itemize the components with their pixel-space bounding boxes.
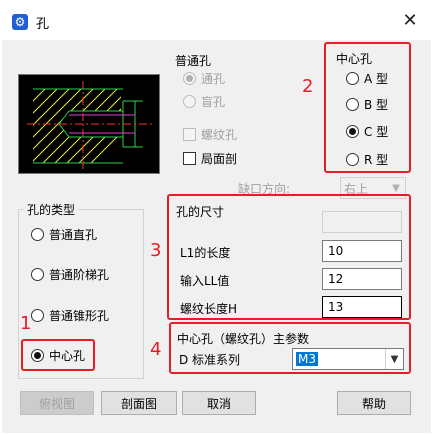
center-hole-label: 中心孔 bbox=[336, 52, 373, 66]
radio-type-a-label: A 型 bbox=[364, 72, 389, 86]
checkbox-thread-hole[interactable]: 螺纹孔 bbox=[183, 126, 237, 143]
annotation-3: 3 bbox=[150, 240, 162, 261]
annotation-1: 1 bbox=[20, 313, 32, 334]
radio-plain-stepped-hole[interactable]: 普通阶梯孔 bbox=[31, 266, 109, 283]
radio-plain-stepped-hole-label: 普通阶梯孔 bbox=[49, 268, 110, 282]
radio-blind-hole[interactable]: 盲孔 bbox=[183, 93, 225, 110]
radio-through-hole[interactable]: 通孔 bbox=[183, 70, 225, 87]
standard-series-select[interactable]: M3 ▼ bbox=[292, 348, 404, 370]
checkbox-partial-section-label: 局面剖 bbox=[201, 152, 238, 166]
radio-plain-straight-hole[interactable]: 普通直孔 bbox=[31, 226, 97, 243]
checkbox-partial-section[interactable]: 局面剖 bbox=[183, 150, 237, 167]
radio-center-hole-label: 中心孔 bbox=[49, 349, 86, 363]
standard-series-value: M3 bbox=[296, 352, 318, 366]
radio-center-hole[interactable]: 中心孔 bbox=[31, 347, 85, 364]
checkbox-thread-hole-label: 螺纹孔 bbox=[201, 128, 238, 142]
hole-preview bbox=[18, 74, 160, 174]
ll-value-label: 输入LL值 bbox=[180, 274, 230, 288]
hole-size-top-input[interactable] bbox=[322, 211, 402, 233]
radio-plain-straight-hole-label: 普通直孔 bbox=[49, 228, 98, 242]
l1-length-input[interactable]: 10 bbox=[322, 240, 402, 262]
thread-length-input[interactable]: 13 bbox=[322, 296, 402, 318]
main-params-label: 中心孔（螺纹孔）主参数 bbox=[177, 332, 310, 346]
annotation-2: 2 bbox=[302, 76, 314, 97]
preview-drawing bbox=[27, 81, 153, 169]
thread-length-label: 螺纹长度H bbox=[180, 302, 238, 316]
hole-type-label: 孔的类型 bbox=[24, 201, 79, 218]
annotation-4: 4 bbox=[150, 339, 162, 360]
chevron-down-icon[interactable]: ▼ bbox=[385, 349, 403, 369]
radio-type-b[interactable]: B 型 bbox=[346, 96, 388, 113]
section-view-button[interactable]: 剖面图 bbox=[101, 391, 177, 415]
window-title: 孔 bbox=[36, 17, 50, 32]
radio-type-c-label: C 型 bbox=[364, 125, 389, 139]
top-view-button[interactable]: 俯视图 bbox=[20, 391, 94, 415]
help-button[interactable]: 帮助 bbox=[337, 391, 411, 415]
radio-type-c[interactable]: C 型 bbox=[346, 123, 388, 140]
radio-type-a[interactable]: A 型 bbox=[346, 70, 388, 87]
radio-plain-tapered-hole-label: 普通锥形孔 bbox=[49, 309, 110, 323]
radio-blind-hole-label: 盲孔 bbox=[201, 95, 226, 109]
standard-series-label: D 标准系列 bbox=[179, 353, 241, 367]
radio-type-b-label: B 型 bbox=[364, 98, 389, 112]
radio-plain-tapered-hole[interactable]: 普通锥形孔 bbox=[31, 307, 109, 324]
ll-value-input[interactable]: 12 bbox=[322, 268, 402, 290]
radio-type-r-label: R 型 bbox=[364, 153, 389, 167]
gear-icon: ⚙ bbox=[12, 14, 28, 30]
cancel-button[interactable]: 取消 bbox=[182, 391, 256, 415]
radio-through-hole-label: 通孔 bbox=[201, 72, 226, 86]
close-icon[interactable]: ✕ bbox=[398, 10, 422, 32]
title-bar: ⚙ 孔 ✕ bbox=[0, 0, 433, 40]
l1-length-label: L1的长度 bbox=[180, 246, 231, 260]
hole-size-label: 孔的尺寸 bbox=[176, 205, 225, 219]
normal-hole-label: 普通孔 bbox=[172, 52, 215, 69]
radio-type-r[interactable]: R 型 bbox=[346, 151, 388, 168]
